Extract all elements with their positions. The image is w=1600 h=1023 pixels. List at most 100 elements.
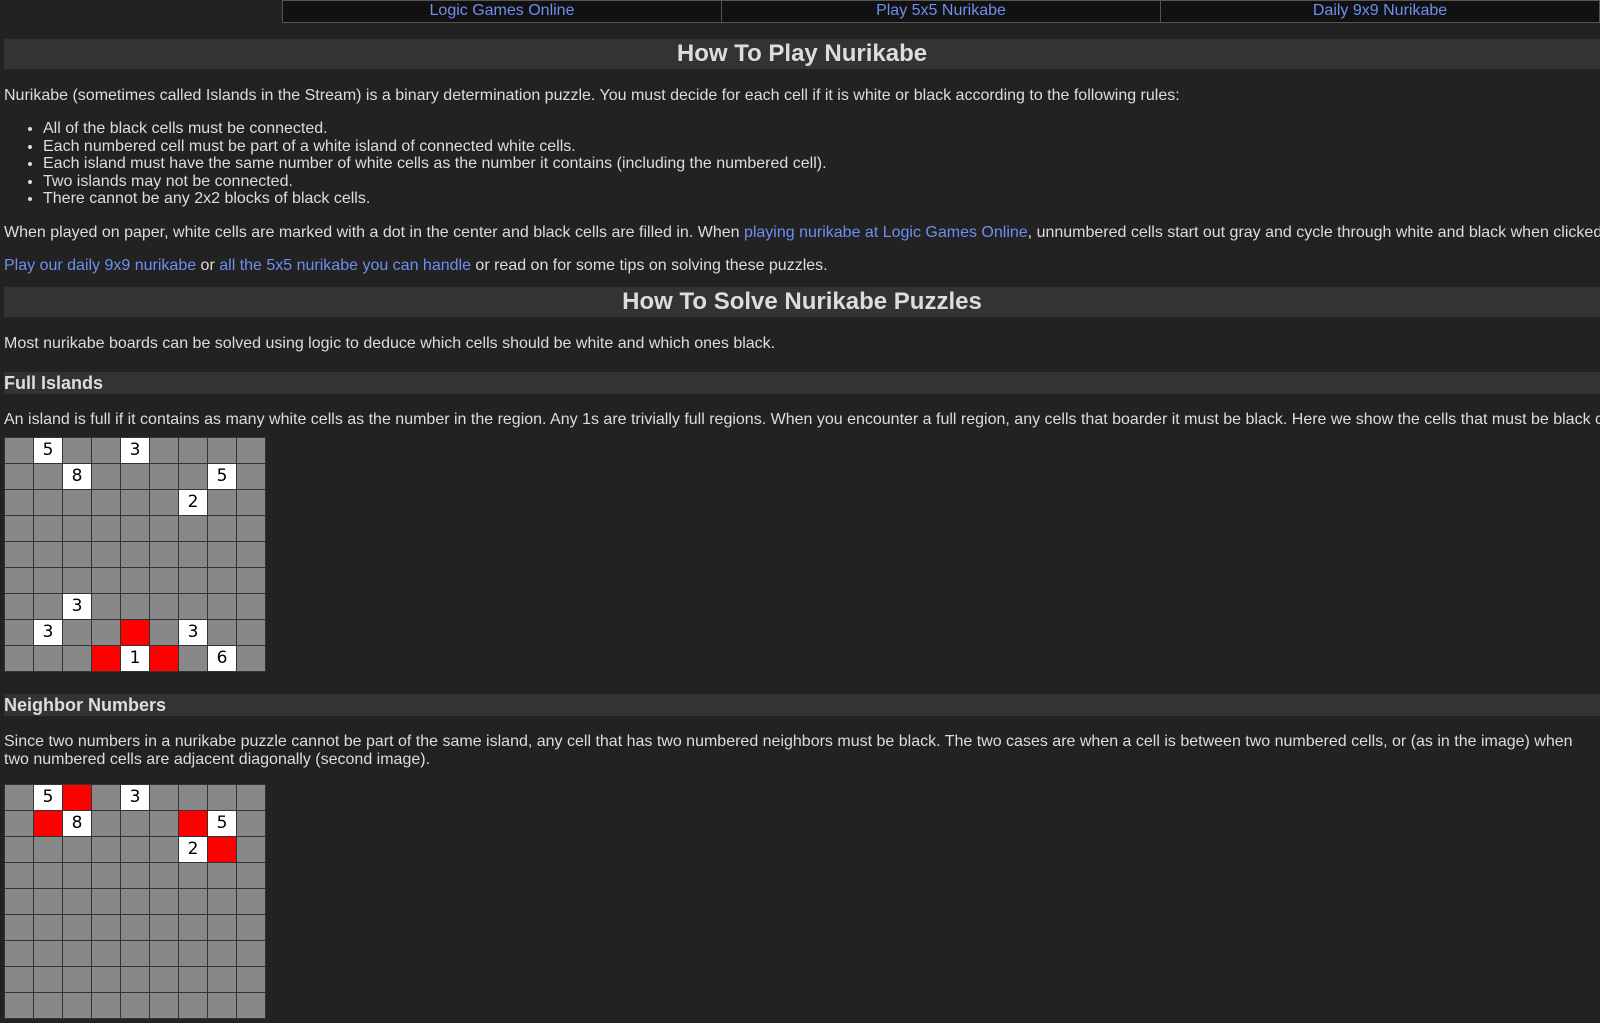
unknown-cell xyxy=(33,644,63,672)
nav-link-play-5x5[interactable]: Play 5x5 Nurikabe xyxy=(721,1,1160,22)
neighbor-numbers-board: 53852 xyxy=(4,783,269,1023)
unknown-cell xyxy=(62,514,92,542)
unknown-cell xyxy=(149,783,179,811)
unknown-cell xyxy=(236,783,266,811)
neighbor-numbers-heading: Neighbor Numbers xyxy=(4,693,1600,716)
unknown-cell xyxy=(4,913,34,941)
numbered-cell: 2 xyxy=(178,488,208,516)
board-row: 3 xyxy=(4,592,266,620)
board-row xyxy=(4,566,266,594)
unknown-cell xyxy=(178,783,208,811)
numbered-cell: 3 xyxy=(62,592,92,620)
unknown-cell xyxy=(120,835,150,863)
numbered-cell: 3 xyxy=(178,618,208,646)
unknown-cell xyxy=(91,618,121,646)
unknown-cell xyxy=(33,939,63,967)
unknown-cell xyxy=(149,618,179,646)
unknown-cell xyxy=(149,965,179,993)
nav-link-daily-9x9[interactable]: Daily 9x9 Nurikabe xyxy=(1160,1,1600,22)
unknown-cell xyxy=(62,939,92,967)
unknown-cell xyxy=(33,861,63,889)
unknown-cell xyxy=(149,436,179,464)
unknown-cell xyxy=(236,991,266,1019)
unknown-cell xyxy=(120,540,150,568)
unknown-cell xyxy=(91,488,121,516)
unknown-cell xyxy=(207,488,237,516)
unknown-cell xyxy=(4,592,34,620)
unknown-cell xyxy=(33,488,63,516)
numbered-cell: 1 xyxy=(120,644,150,672)
all-5x5-link[interactable]: all the 5x5 nurikabe you can handle xyxy=(219,257,471,274)
top-nav: Logic Games Online Play 5x5 Nurikabe Dai… xyxy=(282,0,1600,23)
unknown-cell xyxy=(4,939,34,967)
play-online-link[interactable]: playing nurikabe at Logic Games Online xyxy=(744,224,1028,241)
unknown-cell xyxy=(149,566,179,594)
unknown-cell xyxy=(178,965,208,993)
nav-link-logic-games-online[interactable]: Logic Games Online xyxy=(282,1,721,22)
unknown-cell xyxy=(178,644,208,672)
unknown-cell xyxy=(236,566,266,594)
full-islands-board: 5385233316 xyxy=(4,436,269,676)
unknown-cell xyxy=(178,913,208,941)
black-deduced-cell xyxy=(207,835,237,863)
unknown-cell xyxy=(149,913,179,941)
unknown-cell xyxy=(62,540,92,568)
unknown-cell xyxy=(33,540,63,568)
unknown-cell xyxy=(207,592,237,620)
unknown-cell xyxy=(91,462,121,490)
unknown-cell xyxy=(33,965,63,993)
unknown-cell xyxy=(62,913,92,941)
daily-9x9-link[interactable]: Play our daily 9x9 nurikabe xyxy=(4,257,196,274)
unknown-cell xyxy=(120,939,150,967)
numbered-cell: 8 xyxy=(62,462,92,490)
unknown-cell xyxy=(120,514,150,542)
play-or-text: or xyxy=(196,256,220,274)
unknown-cell xyxy=(4,514,34,542)
numbered-cell: 8 xyxy=(62,809,92,837)
neighbor-numbers-grid: 53852 xyxy=(4,783,266,1019)
rules-list: All of the black cells must be connected… xyxy=(4,120,1600,208)
black-deduced-cell xyxy=(178,809,208,837)
board-row xyxy=(4,540,266,568)
unknown-cell xyxy=(236,514,266,542)
unknown-cell xyxy=(178,540,208,568)
unknown-cell xyxy=(207,618,237,646)
unknown-cell xyxy=(91,965,121,993)
neighbor-numbers-text: Since two numbers in a nurikabe puzzle c… xyxy=(4,732,1573,768)
unknown-cell xyxy=(91,861,121,889)
unknown-cell xyxy=(236,592,266,620)
board-row: 53 xyxy=(4,783,266,811)
unknown-cell xyxy=(178,462,208,490)
unknown-cell xyxy=(120,861,150,889)
paper-text-start: When played on paper, white cells are ma… xyxy=(4,223,744,241)
unknown-cell xyxy=(236,939,266,967)
unknown-cell xyxy=(236,540,266,568)
unknown-cell xyxy=(207,991,237,1019)
unknown-cell xyxy=(91,514,121,542)
unknown-cell xyxy=(207,965,237,993)
board-row: 85 xyxy=(4,462,266,490)
unknown-cell xyxy=(178,991,208,1019)
play-paragraph: Play our daily 9x9 nurikabe or all the 5… xyxy=(4,257,1600,275)
board-row xyxy=(4,887,266,915)
unknown-cell xyxy=(4,436,34,464)
unknown-cell xyxy=(236,462,266,490)
board-row xyxy=(4,939,266,967)
unknown-cell xyxy=(91,939,121,967)
unknown-cell xyxy=(62,887,92,915)
unknown-cell xyxy=(91,835,121,863)
unknown-cell xyxy=(91,592,121,620)
unknown-cell xyxy=(120,462,150,490)
unknown-cell xyxy=(236,861,266,889)
unknown-cell xyxy=(236,809,266,837)
unknown-cell xyxy=(207,436,237,464)
unknown-cell xyxy=(33,592,63,620)
unknown-cell xyxy=(149,861,179,889)
unknown-cell xyxy=(178,592,208,620)
rule-item: Each island must have the same number of… xyxy=(43,155,1600,173)
unknown-cell xyxy=(149,488,179,516)
unknown-cell xyxy=(4,861,34,889)
unknown-cell xyxy=(4,991,34,1019)
unknown-cell xyxy=(149,462,179,490)
unknown-cell xyxy=(149,592,179,620)
